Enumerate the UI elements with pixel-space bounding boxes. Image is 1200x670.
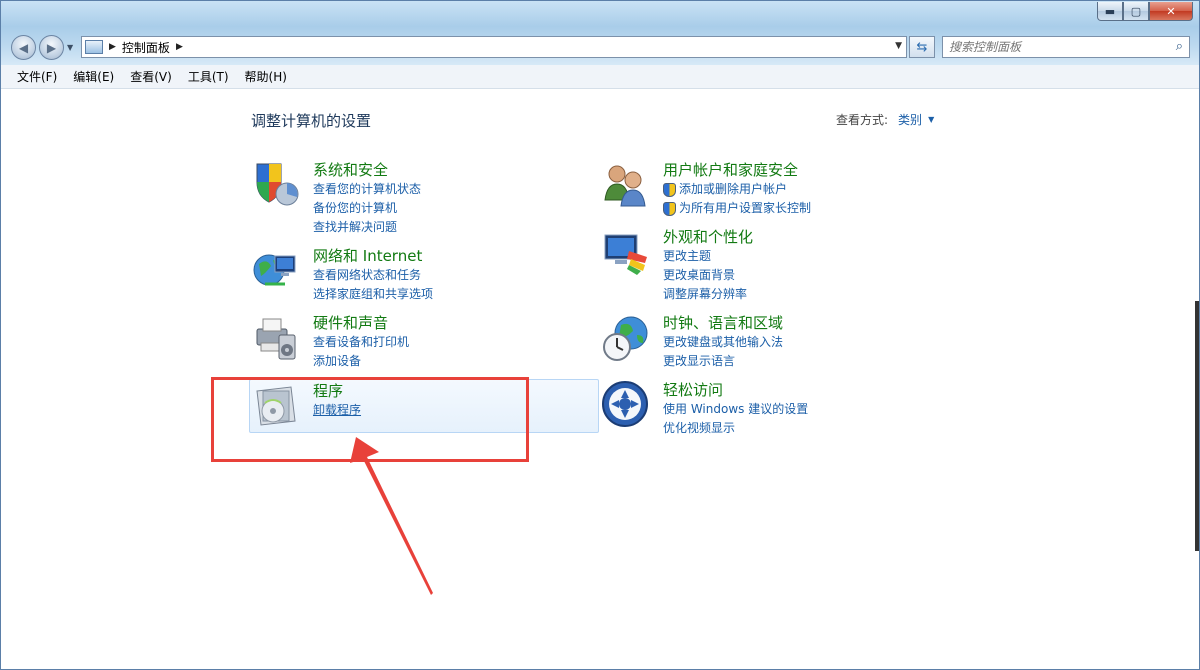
shield-icon (251, 160, 301, 210)
control-panel-window: ▬ ▢ ✕ ◀ ▶ ▼ ▶ 控制面板 ▶ ▼ ⇆ ⌕ 文件(F) 编辑(E) 查… (0, 0, 1200, 670)
address-dropdown-icon[interactable]: ▼ (895, 41, 902, 51)
back-arrow-icon: ◀ (18, 40, 29, 55)
category-title[interactable]: 系统和安全 (313, 160, 421, 180)
monitor-palette-icon (601, 227, 651, 277)
link-troubleshoot[interactable]: 查找并解决问题 (313, 218, 421, 237)
chevron-right-icon[interactable]: ▶ (176, 42, 183, 52)
category-appearance[interactable]: 外观和个性化 更改主题 更改桌面背景 调整屏幕分辨率 (601, 227, 753, 304)
view-by-dropdown[interactable]: 类别 (898, 111, 922, 128)
link-backup[interactable]: 备份您的计算机 (313, 199, 421, 218)
maximize-button[interactable]: ▢ (1123, 2, 1149, 21)
link-add-device[interactable]: 添加设备 (313, 352, 409, 371)
search-input[interactable] (949, 40, 1159, 54)
category-title[interactable]: 轻松访问 (663, 380, 808, 400)
link-screen-resolution[interactable]: 调整屏幕分辨率 (663, 285, 753, 304)
recent-pages-dropdown-icon[interactable]: ▼ (67, 43, 73, 52)
link-optimize-video[interactable]: 优化视频显示 (663, 419, 808, 438)
forward-button[interactable]: ▶ (39, 35, 64, 60)
category-user-accounts[interactable]: 用户帐户和家庭安全 添加或删除用户帐户 为所有用户设置家长控制 (601, 160, 811, 218)
search-icon[interactable]: ⌕ (1176, 39, 1183, 54)
category-clock-language-region[interactable]: 时钟、语言和区域 更改键盘或其他输入法 更改显示语言 (601, 313, 783, 371)
chevron-right-icon[interactable]: ▶ (109, 42, 116, 52)
link-recommended-settings[interactable]: 使用 Windows 建议的设置 (663, 400, 808, 419)
breadcrumb-control-panel[interactable]: 控制面板 (122, 39, 170, 56)
category-title[interactable]: 用户帐户和家庭安全 (663, 160, 811, 180)
uac-shield-icon (663, 182, 676, 197)
network-globe-icon (251, 246, 301, 296)
uac-shield-icon (663, 201, 676, 216)
users-icon (601, 160, 651, 210)
menu-file[interactable]: 文件(F) (9, 68, 65, 85)
link-change-keyboard[interactable]: 更改键盘或其他输入法 (663, 333, 783, 352)
link-add-remove-accounts[interactable]: 添加或删除用户帐户 (663, 180, 811, 199)
printer-icon (251, 313, 301, 363)
category-title[interactable]: 时钟、语言和区域 (663, 313, 783, 333)
window-controls: ▬ ▢ ✕ (1097, 2, 1193, 21)
close-button[interactable]: ✕ (1149, 2, 1193, 21)
menu-tools[interactable]: 工具(T) (180, 68, 237, 85)
content-area: 调整计算机的设置 查看方式: 类别 ▼ 系统和安全 查看您的计算机状态 备份您的… (1, 89, 1199, 669)
refresh-button[interactable]: ⇆ (909, 36, 935, 58)
menu-help[interactable]: 帮助(H) (237, 68, 295, 85)
link-check-status[interactable]: 查看您的计算机状态 (313, 180, 421, 199)
forward-arrow-icon: ▶ (46, 40, 57, 55)
search-box[interactable]: ⌕ (942, 36, 1190, 58)
view-by: 查看方式: 类别 ▼ (836, 111, 934, 128)
title-bar: ▬ ▢ ✕ ◀ ▶ ▼ ▶ 控制面板 ▶ ▼ ⇆ ⌕ (1, 1, 1199, 65)
category-ease-of-access[interactable]: 轻松访问 使用 Windows 建议的设置 优化视频显示 (601, 380, 808, 438)
minimize-button[interactable]: ▬ (1097, 2, 1123, 21)
menu-edit[interactable]: 编辑(E) (65, 68, 122, 85)
page-title: 调整计算机的设置 (251, 112, 372, 130)
category-title[interactable]: 外观和个性化 (663, 227, 753, 247)
menu-view[interactable]: 查看(V) (122, 68, 180, 85)
view-by-label: 查看方式: (836, 113, 889, 127)
link-network-status[interactable]: 查看网络状态和任务 (313, 266, 433, 285)
window-edge (1195, 301, 1199, 551)
link-display-language[interactable]: 更改显示语言 (663, 352, 783, 371)
link-desktop-background[interactable]: 更改桌面背景 (663, 266, 753, 285)
category-network-internet[interactable]: 网络和 Internet 查看网络状态和任务 选择家庭组和共享选项 (251, 246, 433, 304)
category-system-security[interactable]: 系统和安全 查看您的计算机状态 备份您的计算机 查找并解决问题 (251, 160, 421, 237)
link-homegroup[interactable]: 选择家庭组和共享选项 (313, 285, 433, 304)
back-button[interactable]: ◀ (11, 35, 36, 60)
category-hardware-sound[interactable]: 硬件和声音 查看设备和打印机 添加设备 (251, 313, 409, 371)
control-panel-icon (85, 40, 103, 54)
link-devices-printers[interactable]: 查看设备和打印机 (313, 333, 409, 352)
ease-of-access-icon (601, 380, 651, 430)
refresh-icon: ⇆ (916, 39, 928, 55)
annotation-highlight-box (211, 377, 529, 462)
category-title[interactable]: 网络和 Internet (313, 246, 433, 266)
link-change-theme[interactable]: 更改主题 (663, 247, 753, 266)
chevron-down-icon[interactable]: ▼ (928, 115, 934, 124)
link-parental-controls[interactable]: 为所有用户设置家长控制 (663, 199, 811, 218)
category-title[interactable]: 硬件和声音 (313, 313, 409, 333)
address-bar[interactable]: ▶ 控制面板 ▶ ▼ (81, 36, 907, 58)
menu-bar: 文件(F) 编辑(E) 查看(V) 工具(T) 帮助(H) (1, 65, 1199, 89)
clock-globe-icon (601, 313, 651, 363)
